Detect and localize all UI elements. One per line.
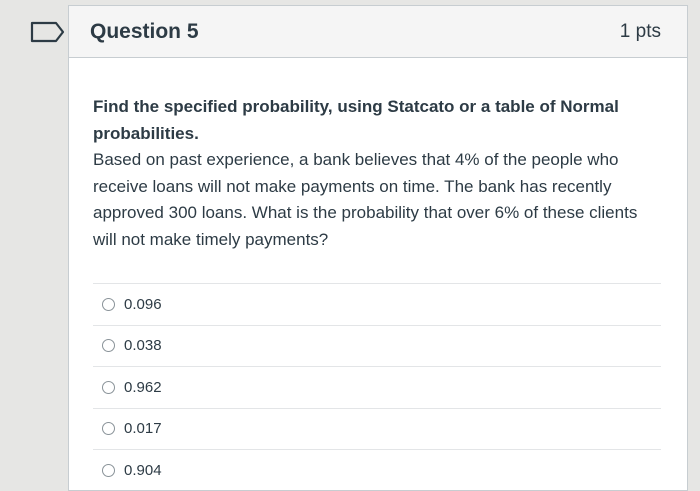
question-card: Question 5 1 pts Find the specified prob… — [68, 5, 688, 491]
question-prompt: Based on past experience, a bank believe… — [93, 150, 638, 249]
question-instruction: Find the specified probability, using St… — [93, 97, 619, 143]
answer-label[interactable]: 0.017 — [124, 420, 162, 437]
radio-button[interactable] — [102, 339, 115, 353]
answer-option[interactable]: 0.038 — [93, 324, 661, 367]
answer-label[interactable]: 0.096 — [124, 296, 162, 313]
answer-list: 0.096 0.038 0.962 0.017 0.904 — [93, 283, 661, 491]
bookmark-flag-icon[interactable] — [30, 21, 66, 43]
radio-button[interactable] — [102, 422, 115, 436]
answer-label[interactable]: 0.038 — [124, 337, 162, 354]
answer-label[interactable]: 0.962 — [124, 379, 162, 396]
answer-option[interactable]: 0.904 — [93, 449, 661, 491]
question-text: Find the specified probability, using St… — [93, 94, 661, 253]
question-points: 1 pts — [619, 20, 661, 42]
answer-option[interactable]: 0.962 — [93, 366, 661, 408]
question-header: Question 5 1 pts — [69, 6, 687, 58]
question-title: Question 5 — [90, 19, 199, 43]
radio-button[interactable] — [102, 380, 115, 394]
question-body: Find the specified probability, using St… — [69, 58, 687, 491]
radio-button[interactable] — [102, 463, 115, 477]
answer-label[interactable]: 0.904 — [124, 462, 162, 479]
answer-option[interactable]: 0.017 — [93, 407, 661, 450]
answer-option[interactable]: 0.096 — [93, 283, 661, 325]
radio-button[interactable] — [102, 297, 115, 311]
